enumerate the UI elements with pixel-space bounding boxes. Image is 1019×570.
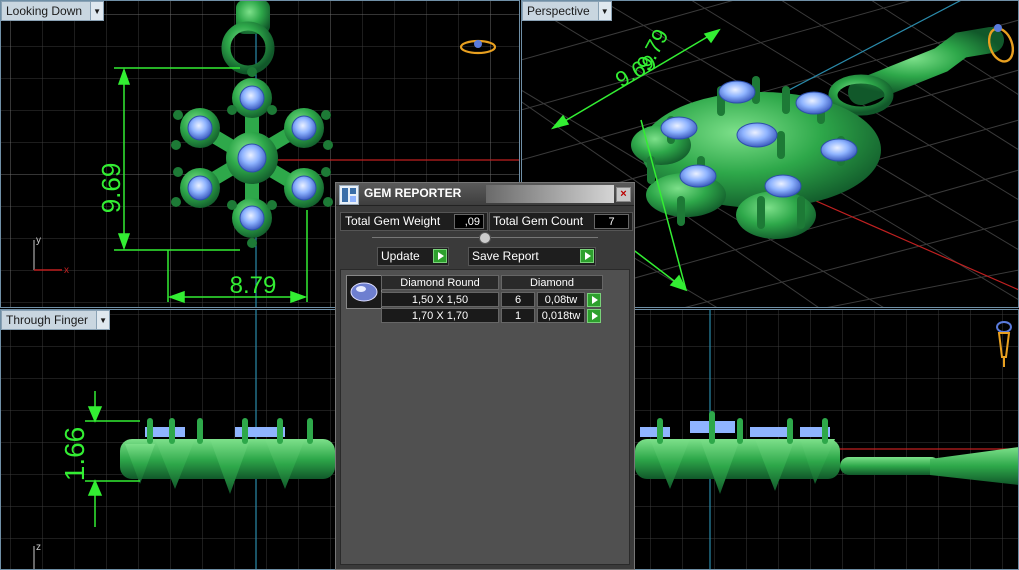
chevron-down-icon[interactable]: ▼ <box>597 2 611 20</box>
total-weight-value: ,09 <box>454 214 484 229</box>
collapse-knob-icon[interactable] <box>479 232 491 244</box>
gem-count: 6 <box>501 292 535 307</box>
chevron-down-icon[interactable]: ▼ <box>96 311 110 329</box>
total-count-label: Total Gem Count <box>493 214 584 228</box>
total-count-value: 7 <box>594 214 629 229</box>
total-weight-group: Total Gem Weight ,09 <box>340 212 488 231</box>
viewport-label: Looking Down <box>6 4 83 18</box>
save-report-button[interactable]: Save Report <box>468 247 596 266</box>
gem-weight: 0,08tw <box>537 292 585 307</box>
perspective-dim-b-label: 9.79 <box>631 25 673 75</box>
axis-x-label: x <box>64 265 69 276</box>
total-count-group: Total Gem Count 7 <box>489 212 633 231</box>
gem-reporter-panel[interactable]: GEM REPORTER × Total Gem Weight ,09 Tota… <box>335 182 635 570</box>
gem-weight: 0,018tw <box>537 308 585 323</box>
shape-header: Diamond Round <box>381 275 499 290</box>
axis-z-label: z <box>36 542 41 553</box>
axis-y-label: y <box>36 235 41 246</box>
dim-horizontal-label: 8.79 <box>230 272 277 299</box>
gem-reporter-logo-icon <box>339 185 359 205</box>
play-icon[interactable] <box>580 249 594 263</box>
row-expand-icon[interactable] <box>587 309 601 323</box>
viewport-tab-through-finger[interactable]: Through Finger ▼ <box>1 310 111 330</box>
type-header: Diamond <box>501 275 603 290</box>
gem-reporter-titlebar[interactable]: GEM REPORTER × <box>336 183 634 206</box>
update-button[interactable]: Update <box>377 247 449 266</box>
dim-height-label: 1.66 <box>59 427 90 482</box>
update-button-label: Update <box>381 249 420 263</box>
save-report-button-label: Save Report <box>472 249 539 263</box>
gem-size: 1,50 X 1,50 <box>381 292 499 307</box>
gem-size: 1,70 X 1,70 <box>381 308 499 323</box>
close-icon[interactable]: × <box>616 187 631 202</box>
viewport-tab-perspective[interactable]: Perspective ▼ <box>522 1 612 21</box>
dim-vertical-label: 9.69 <box>96 163 126 214</box>
row-expand-icon[interactable] <box>587 293 601 307</box>
play-icon[interactable] <box>433 249 447 263</box>
total-weight-label: Total Gem Weight <box>345 214 441 228</box>
chevron-down-icon[interactable]: ▼ <box>90 2 104 20</box>
viewport-label: Perspective <box>527 4 590 18</box>
titlebar-gradient <box>486 185 614 203</box>
diamond-gem-icon <box>346 275 382 309</box>
gem-list[interactable]: Diamond Round Diamond 1,50 X 1,50 6 0,08… <box>340 269 630 565</box>
gem-reporter-title: GEM REPORTER <box>364 186 462 200</box>
viewport-tab-looking-down[interactable]: Looking Down ▼ <box>1 1 105 21</box>
viewport-label: Through Finger <box>6 313 89 327</box>
gem-count: 1 <box>501 308 535 323</box>
